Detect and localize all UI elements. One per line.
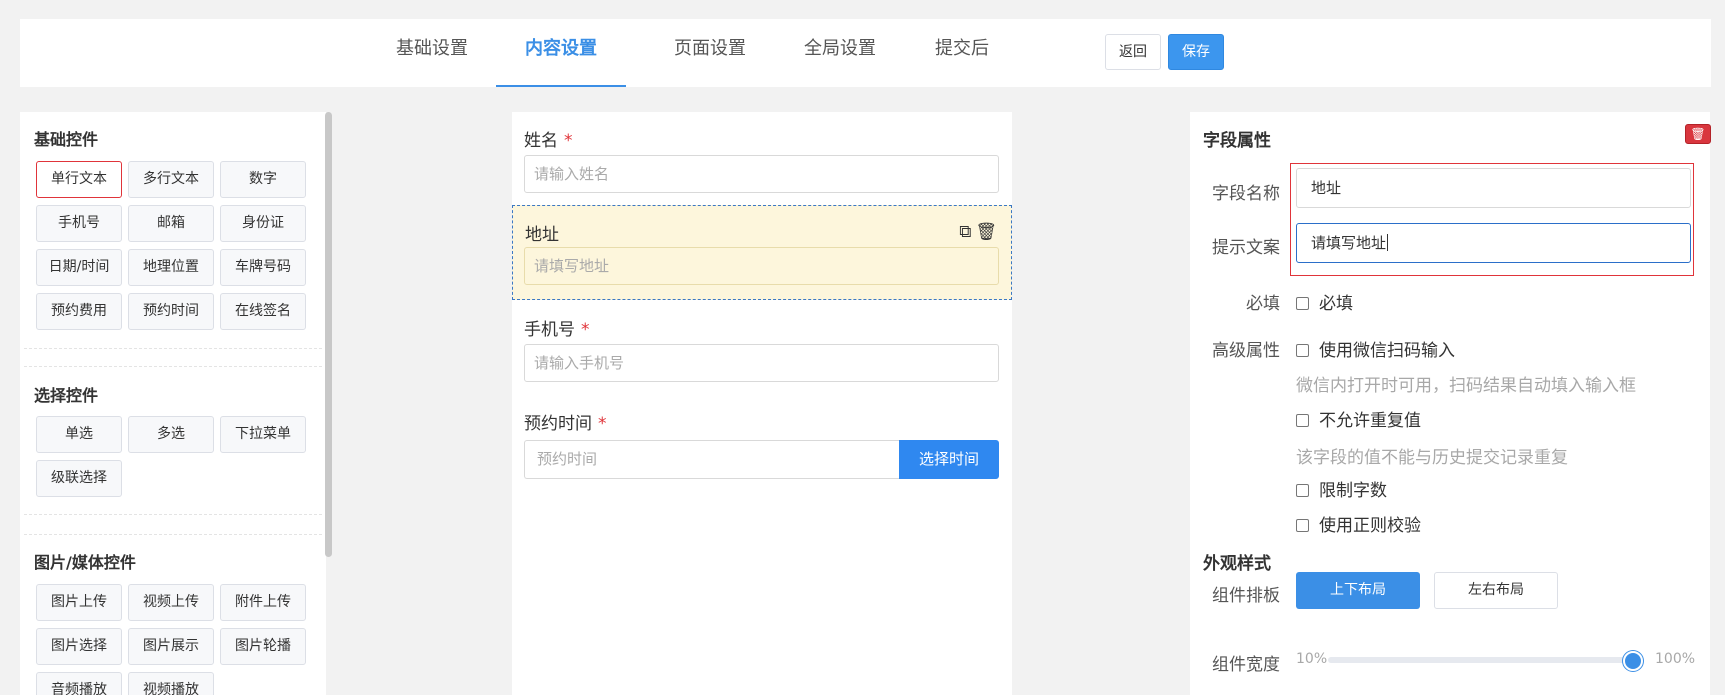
copy-icon[interactable]: ⧉ xyxy=(959,222,975,242)
width-slider-track[interactable] xyxy=(1328,657,1633,663)
basic-control-item[interactable]: 邮箱 xyxy=(128,205,214,242)
basic-control-item[interactable]: 身份证 xyxy=(220,205,306,242)
section-title-choice: 选择控件 xyxy=(34,386,99,405)
appointment-time-group: 预约时间 选择时间 xyxy=(524,440,999,479)
field-properties-panel: 字段属性 🗑 字段名称 地址 提示文案 请填写地址 必填 必填 高级属性 使用微… xyxy=(1190,112,1711,695)
media-control-item[interactable]: 图片轮播 xyxy=(220,628,306,665)
basic-control-item[interactable]: 手机号 xyxy=(36,205,122,242)
media-control-item[interactable]: 图片展示 xyxy=(128,628,214,665)
field-label-address: 地址 xyxy=(525,225,559,245)
layout-vertical-button[interactable]: 上下布局 xyxy=(1296,572,1420,609)
appearance-title: 外观样式 xyxy=(1203,554,1271,574)
address-input[interactable]: 请填写地址 xyxy=(524,247,999,285)
select-time-button[interactable]: 选择时间 xyxy=(899,440,999,479)
choice-control-item[interactable]: 下拉菜单 xyxy=(220,416,306,453)
section-title-media: 图片/媒体控件 xyxy=(34,553,136,572)
choice-control-item[interactable]: 多选 xyxy=(128,416,214,453)
active-tab-indicator xyxy=(496,85,626,87)
wechat-scan-hint: 微信内打开时可用，扫码结果自动填入输入框 xyxy=(1296,376,1636,396)
name-input[interactable]: 请输入姓名 xyxy=(524,155,999,193)
field-label-name: 姓名 * xyxy=(524,131,573,151)
field-label-phone: 手机号 * xyxy=(524,320,590,340)
text-caret xyxy=(1387,234,1389,251)
width-min-label: 10% xyxy=(1296,651,1328,667)
layout-horizontal-button[interactable]: 左右布局 xyxy=(1434,572,1558,609)
hint-text-input[interactable]: 请填写地址 xyxy=(1296,223,1691,263)
basic-control-item[interactable]: 预约时间 xyxy=(128,293,214,330)
trash-icon[interactable]: 🗑 xyxy=(975,222,1001,242)
panel-title: 字段属性 xyxy=(1203,131,1271,151)
media-control-item[interactable]: 图片选择 xyxy=(36,628,122,665)
advanced-label: 高级属性 xyxy=(1212,341,1280,361)
divider xyxy=(24,348,322,349)
field-actions: ⧉🗑 xyxy=(959,222,1001,242)
back-button[interactable]: 返回 xyxy=(1105,34,1161,70)
width-max-label: 100% xyxy=(1655,651,1696,667)
tab-content-settings[interactable]: 内容设置 xyxy=(496,19,626,87)
choice-control-item[interactable]: 级联选择 xyxy=(36,460,122,497)
tab-after-submit[interactable]: 提交后 xyxy=(910,19,1014,87)
divider xyxy=(24,366,322,367)
no-duplicate-checkbox[interactable]: 不允许重复值 xyxy=(1296,406,1421,431)
required-label: 必填 xyxy=(1246,294,1280,314)
field-name-label: 字段名称 xyxy=(1212,184,1280,204)
top-navigation-bar: 基础设置 内容设置 页面设置 全局设置 提交后 返回 保存 xyxy=(20,19,1711,87)
media-control-item[interactable]: 视频上传 xyxy=(128,584,214,621)
media-control-item[interactable]: 图片上传 xyxy=(36,584,122,621)
basic-control-item[interactable]: 数字 xyxy=(220,161,306,198)
basic-control-item[interactable]: 地理位置 xyxy=(128,249,214,286)
divider xyxy=(24,514,322,515)
basic-control-item[interactable]: 车牌号码 xyxy=(220,249,306,286)
basic-control-item[interactable]: 预约费用 xyxy=(36,293,122,330)
trash-icon: 🗑 xyxy=(1690,127,1706,141)
divider xyxy=(24,534,322,535)
media-control-item[interactable]: 视频播放 xyxy=(128,672,214,695)
control-palette: 基础控件 单行文本 多行文本 数字手机号 邮箱 身份证日期/时间 地理位置 车牌号码预约费用… xyxy=(20,112,326,695)
tab-global-settings[interactable]: 全局设置 xyxy=(780,19,900,87)
section-title-basic: 基础控件 xyxy=(34,130,99,149)
choice-control-item[interactable]: 单选 xyxy=(36,416,122,453)
phone-input[interactable]: 请输入手机号 xyxy=(524,344,999,382)
limit-chars-checkbox[interactable]: 限制字数 xyxy=(1296,476,1387,501)
regex-check-checkbox[interactable]: 使用正则校验 xyxy=(1296,511,1421,536)
required-checkbox[interactable]: 必填 xyxy=(1296,289,1353,314)
width-label: 组件宽度 xyxy=(1212,655,1280,675)
tab-basic-settings[interactable]: 基础设置 xyxy=(380,19,484,87)
media-control-item[interactable]: 音频播放 xyxy=(36,672,122,695)
palette-scrollbar[interactable] xyxy=(325,112,332,557)
delete-field-button[interactable]: 🗑 xyxy=(1685,124,1711,144)
width-slider-handle[interactable] xyxy=(1623,651,1643,671)
basic-control-item[interactable]: 在线签名 xyxy=(220,293,306,330)
no-duplicate-hint: 该字段的值不能与历史提交记录重复 xyxy=(1296,448,1568,468)
form-canvas: 姓名 * 请输入姓名 地址 ⧉🗑 请填写地址 手机号 * 请输入手机号 预约时间 * … xyxy=(512,112,1012,695)
save-button[interactable]: 保存 xyxy=(1168,34,1224,70)
selected-field-address[interactable]: 地址 ⧉🗑 请填写地址 xyxy=(512,205,1012,300)
basic-control-item[interactable]: 日期/时间 xyxy=(36,249,122,286)
appointment-time-input[interactable]: 预约时间 xyxy=(524,440,900,479)
basic-control-item[interactable]: 多行文本 xyxy=(128,161,214,198)
layout-label: 组件排板 xyxy=(1212,586,1280,606)
tab-page-settings[interactable]: 页面设置 xyxy=(650,19,770,87)
basic-control-item[interactable]: 单行文本 xyxy=(36,161,122,198)
wechat-scan-checkbox[interactable]: 使用微信扫码输入 xyxy=(1296,336,1455,361)
hint-text-label: 提示文案 xyxy=(1212,238,1280,258)
field-name-input[interactable]: 地址 xyxy=(1296,168,1691,208)
media-control-item[interactable]: 附件上传 xyxy=(220,584,306,621)
field-label-appointment-time: 预约时间 * xyxy=(524,414,607,434)
